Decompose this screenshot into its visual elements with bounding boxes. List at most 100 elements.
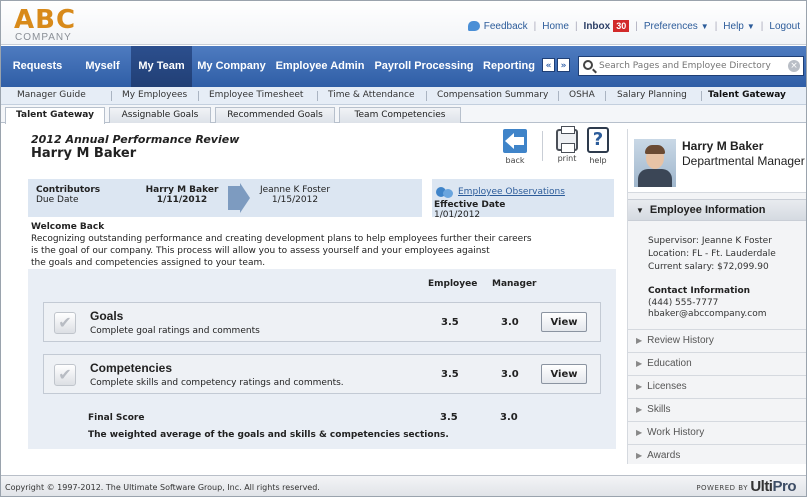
welcome-paragraph-line: the goals and competencies assigned to y… [31, 258, 266, 268]
preferences-menu[interactable]: Preferences [644, 21, 698, 32]
divider: | [533, 20, 537, 32]
subnav-item-manager-guide[interactable]: Manager Guide [17, 90, 86, 100]
triangle-right-icon: ▶ [636, 336, 643, 345]
divider: | [760, 20, 764, 32]
divider [426, 91, 427, 101]
accordion-work-history[interactable]: ▶ Work History [628, 421, 806, 443]
nav-scroll-right-icon[interactable]: » [557, 58, 570, 72]
avatar [634, 139, 676, 187]
back-button[interactable]: back [500, 129, 530, 165]
accordion-awards[interactable]: ▶ Awards [628, 444, 806, 466]
accordion-education[interactable]: ▶ Education [628, 352, 806, 374]
final-score-description: The weighted average of the goals and sk… [88, 430, 449, 440]
help-label: help [589, 156, 607, 165]
contributor-name: Jeanne K Foster [259, 185, 331, 195]
tab-recommended-goals[interactable]: Recommended Goals [215, 107, 335, 123]
app-window: ABC COMPANY Feedback | Home | Inbox 30 |… [0, 0, 807, 497]
company-logo[interactable]: ABC COMPANY [14, 5, 100, 43]
final-employee-score: 3.5 [440, 412, 458, 423]
print-label: print [557, 154, 577, 163]
nav-item-requests[interactable]: Requests [1, 46, 74, 87]
contributor-due-date: 1/15/2012 [271, 195, 319, 205]
divider [558, 91, 559, 101]
main-nav: Requests Myself My Team My Company Emplo… [1, 46, 806, 87]
employee-observations-link[interactable]: Employee Observations [434, 187, 565, 197]
feedback-bubble-icon [467, 21, 480, 31]
clear-icon[interactable]: × [788, 60, 800, 72]
tab-talent-gateway[interactable]: Talent Gateway [5, 107, 105, 124]
due-date-label: Due Date [36, 195, 79, 205]
welcome-heading: Welcome Back [31, 222, 105, 232]
subnav-item-salary-planning[interactable]: Salary Planning [617, 90, 687, 100]
subnav-item-talent-gateway[interactable]: Talent Gateway [708, 90, 786, 100]
utility-links: Feedback | Home | Inbox 30 | Preferences… [467, 20, 800, 32]
nav-item-my-company[interactable]: My Company [192, 46, 271, 87]
tab-assignable-goals[interactable]: Assignable Goals [109, 107, 211, 123]
nav-item-reporting[interactable]: Reporting [479, 46, 539, 87]
subnav-item-compensation-summary[interactable]: Compensation Summary [437, 90, 548, 100]
accordion-review-history[interactable]: ▶ Review History [628, 329, 806, 351]
final-manager-score: 3.0 [500, 412, 518, 423]
triangle-right-icon: ▶ [636, 382, 643, 391]
nav-scroll-left-icon[interactable]: « [542, 58, 555, 72]
search-input[interactable] [599, 59, 784, 73]
nav-item-employee-admin[interactable]: Employee Admin [271, 46, 369, 87]
divider [701, 91, 702, 101]
salary-info: Current salary: $72,099.90 [648, 262, 769, 272]
subnav-item-employee-timesheet[interactable]: Employee Timesheet [209, 90, 303, 100]
view-goals-button[interactable]: View [541, 312, 587, 332]
search-icon [583, 60, 593, 70]
subnav-item-osha[interactable]: OSHA [569, 90, 595, 100]
help-icon: ? [587, 127, 609, 153]
back-label: back [505, 156, 525, 165]
subnav-item-time-attendance[interactable]: Time & Attendance [328, 90, 414, 100]
accordion-label: Skills [647, 404, 671, 415]
employee-name: Harry M Baker [682, 139, 764, 153]
nav-item-myself[interactable]: Myself [74, 46, 131, 87]
contributors-box: Contributors Due Date Harry M Baker 1/11… [28, 179, 422, 217]
nav-item-payroll-processing[interactable]: Payroll Processing [369, 46, 479, 87]
score-summary: Employee Manager ✔ Goals Complete goal r… [28, 269, 616, 449]
nav-scroll-arrows: « » [542, 58, 572, 72]
chevron-down-icon[interactable]: ▼ [701, 22, 709, 31]
section-label: Employee Information [649, 204, 766, 216]
divider [317, 91, 318, 101]
triangle-right-icon: ▶ [636, 451, 643, 460]
triangle-right-icon: ▶ [636, 428, 643, 437]
inbox-link[interactable]: Inbox [584, 21, 611, 32]
subnav-item-my-employees[interactable]: My Employees [122, 90, 187, 100]
section-description: Complete skills and competency ratings a… [90, 378, 344, 388]
print-button[interactable]: print [553, 126, 581, 163]
nav-item-my-team[interactable]: My Team [131, 46, 192, 87]
triangle-right-icon: ▶ [636, 405, 643, 414]
chevron-down-icon[interactable]: ▼ [747, 22, 755, 31]
manager-score: 3.0 [501, 369, 519, 380]
sub-nav: Manager Guide My Employees Employee Time… [1, 87, 806, 105]
accordion-skills[interactable]: ▶ Skills [628, 398, 806, 420]
section-description: Complete goal ratings and comments [90, 326, 260, 336]
divider [198, 91, 199, 101]
view-competencies-button[interactable]: View [541, 364, 587, 384]
footer: Copyright © 1997-2012. The Ultimate Soft… [1, 475, 806, 496]
divider [542, 131, 543, 161]
employee-information-header[interactable]: ▼ Employee Information [628, 199, 806, 221]
location-info: Location: FL - Ft. Lauderdale [648, 249, 776, 259]
effective-date-label: Effective Date [434, 200, 506, 210]
avatar-body [638, 169, 672, 187]
final-score-title: Final Score [88, 413, 145, 423]
avatar-hair [645, 145, 665, 154]
triangle-right-icon: ▶ [636, 359, 643, 368]
home-link[interactable]: Home [542, 21, 569, 32]
help-menu[interactable]: Help [723, 21, 744, 32]
column-header-employee: Employee [428, 279, 478, 289]
inbox-count-badge[interactable]: 30 [613, 20, 630, 32]
accordion-licenses[interactable]: ▶ Licenses [628, 375, 806, 397]
help-button[interactable]: ? help [585, 127, 611, 165]
logo-text: ABC [14, 5, 77, 35]
tab-team-competencies[interactable]: Team Competencies [339, 107, 461, 123]
logout-link[interactable]: Logout [769, 21, 800, 32]
copyright-text: Copyright © 1997-2012. The Ultimate Soft… [5, 483, 320, 492]
contributor-name: Harry M Baker [145, 185, 219, 195]
tab-bar: Talent Gateway Assignable Goals Recommen… [1, 105, 806, 124]
feedback-link[interactable]: Feedback [484, 21, 528, 32]
